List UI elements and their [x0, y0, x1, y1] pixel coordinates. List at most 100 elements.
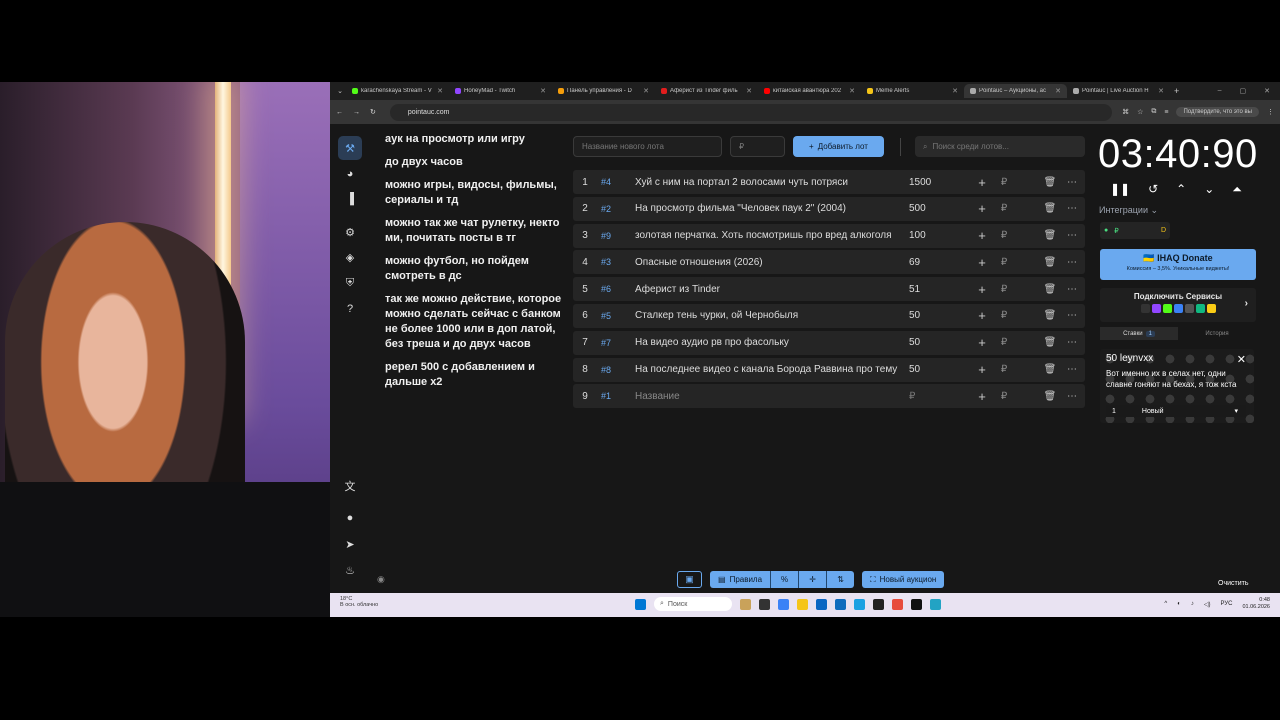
tab-close-icon[interactable]: ✕	[643, 87, 649, 95]
chevron-down-icon[interactable]: ⌄	[1204, 182, 1214, 197]
trash-icon[interactable]: 🗑	[1039, 364, 1061, 375]
trash-icon[interactable]: 🗑	[1039, 230, 1061, 241]
ruble-icon[interactable]: ₽	[993, 230, 1015, 241]
pause-icon[interactable]: ❚❚	[1110, 182, 1130, 197]
maximize-icon[interactable]: ▢	[1240, 87, 1247, 95]
clock[interactable]: 0:48 01.06.2026	[1242, 597, 1270, 611]
browser-tab[interactable]: Аферист из Tinder филь ✕	[655, 84, 758, 98]
save-icon[interactable]: ▣	[677, 571, 702, 588]
tab-close-icon[interactable]: ✕	[952, 87, 958, 95]
trash-icon[interactable]: 🗑	[1039, 257, 1061, 268]
add-amount-icon[interactable]: +	[971, 389, 993, 404]
trash-icon[interactable]: 🗑	[1039, 337, 1061, 348]
lot-amount[interactable]: 100	[905, 230, 963, 241]
more-icon[interactable]: ⋯	[1061, 203, 1083, 214]
weather-widget[interactable]: 18°C В осн. облачно	[340, 596, 378, 608]
percent-button[interactable]: %	[770, 571, 799, 588]
lot-name-input[interactable]: Хуй с ним на портал 2 волосами чуть потр…	[635, 177, 905, 188]
browser-tab[interactable]: HoneyMad - Twitch ✕	[449, 84, 552, 98]
lot-amount[interactable]: 1500	[905, 177, 963, 188]
minimize-icon[interactable]: –	[1218, 87, 1222, 95]
add-amount-icon[interactable]: +	[971, 255, 993, 270]
trash-icon[interactable]: 🗑	[1039, 391, 1061, 402]
app-icon[interactable]	[778, 598, 789, 610]
tab-close-icon[interactable]: ✕	[540, 87, 546, 95]
tab-bids[interactable]: Ставки 1	[1100, 327, 1178, 340]
trash-icon[interactable]: 🗑	[1039, 177, 1061, 188]
split-button[interactable]: ✛	[798, 571, 827, 588]
lot-row[interactable]: 5 #6 Аферист из Tinder 51 + ₽ 🗑 ⋯	[573, 277, 1085, 302]
new-lot-name-input[interactable]: Название нового лота	[573, 136, 722, 157]
lot-amount[interactable]: 69	[905, 257, 963, 268]
lot-name-input[interactable]: На видео аудио рв про фасольку	[635, 337, 905, 348]
integrations-toggle[interactable]: Интеграции ⌄	[1099, 205, 1158, 216]
tab-close-icon[interactable]: ✕	[746, 87, 752, 95]
lot-name-input[interactable]: Название	[635, 391, 905, 402]
taskbar-search[interactable]: ⌕ Поиск	[654, 597, 732, 611]
new-lot-amount-input[interactable]: ₽	[730, 136, 785, 157]
new-tab-icon[interactable]: +	[1174, 86, 1179, 96]
lot-amount[interactable]: ₽	[905, 391, 963, 402]
lot-search-input[interactable]: ⌕ Поиск среди лотов...	[915, 136, 1085, 157]
task-view-icon[interactable]	[759, 598, 770, 610]
extensions-icon[interactable]: ⧉	[1151, 108, 1156, 116]
clear-button[interactable]: Очистить	[1218, 580, 1248, 587]
tab-close-icon[interactable]: ✕	[1055, 87, 1061, 95]
app-icon[interactable]	[873, 598, 884, 610]
media-icon[interactable]: ≡	[1164, 109, 1168, 116]
wheel-icon[interactable]: ◕	[338, 162, 362, 186]
lot-name-input[interactable]: На просмотр фильма "Человек паук 2" (200…	[635, 203, 905, 214]
add-lot-button[interactable]: + Добавить лот	[793, 136, 884, 157]
menu-icon[interactable]: ⋮	[1267, 108, 1274, 116]
browser-tab[interactable]: Pointauc – Аукционы, ас ✕	[964, 84, 1067, 98]
lot-name-input[interactable]: На последнее видео с канала Борода Равви…	[635, 364, 905, 375]
eye-icon[interactable]: ◉	[377, 574, 385, 585]
tab-close-icon[interactable]: ✕	[437, 87, 443, 95]
mic-icon[interactable]: ♪	[1191, 601, 1194, 607]
ruble-icon[interactable]: ₽	[993, 203, 1015, 214]
lot-amount[interactable]: 51	[905, 284, 963, 295]
more-icon[interactable]: ⋯	[1061, 230, 1083, 241]
network-icon[interactable]: ◐	[1177, 601, 1181, 607]
trash-icon[interactable]: 🗑	[1039, 310, 1061, 321]
rules-button[interactable]: ▤ Правила	[710, 571, 771, 588]
lot-row[interactable]: 8 #8 На последнее видео с канала Борода Ра…	[573, 357, 1085, 382]
lot-name-input[interactable]: золотая перчатка. Хоть посмотришь про вр…	[635, 230, 905, 241]
bid-status-select[interactable]: Новый	[1142, 408, 1164, 415]
trash-icon[interactable]: 🗑	[1039, 284, 1061, 295]
more-icon[interactable]: ⋯	[1061, 364, 1083, 375]
add-amount-icon[interactable]: +	[971, 282, 993, 297]
telegram-icon[interactable]: ➤	[338, 532, 362, 556]
profile-button[interactable]: Подтвердите, что это вы	[1176, 107, 1259, 117]
app-icon[interactable]	[930, 598, 941, 610]
browser-tab[interactable]: Pointauc | Live Auction H ✕	[1067, 84, 1170, 98]
reset-icon[interactable]: ↺	[1148, 182, 1158, 197]
more-icon[interactable]: ⋯	[1061, 284, 1083, 295]
settings-gear-icon[interactable]: ⚙	[338, 220, 362, 244]
back-icon[interactable]: ←	[336, 109, 343, 116]
bookmark-star-icon[interactable]: ☆	[1137, 108, 1143, 116]
lot-name-input[interactable]: Аферист из Tinder	[635, 284, 905, 295]
volume-icon[interactable]: ◁)	[1204, 601, 1211, 608]
more-icon[interactable]: ⋯	[1061, 310, 1083, 321]
shield-icon[interactable]: ⛨	[338, 271, 362, 295]
ruble-icon[interactable]: ₽	[993, 177, 1015, 188]
more-icon[interactable]: ⋯	[1061, 337, 1083, 348]
sort-button[interactable]: ⇅	[826, 571, 855, 588]
add-amount-icon[interactable]: +	[971, 175, 993, 190]
widget-icon[interactable]	[740, 598, 751, 610]
ruble-icon[interactable]: ₽	[993, 257, 1015, 268]
connect-services-card[interactable]: Подключить Сервисы ›	[1100, 288, 1256, 322]
ruble-icon[interactable]: ₽	[993, 310, 1015, 321]
tab-close-icon[interactable]: ✕	[1158, 87, 1164, 95]
lot-row[interactable]: 9 #1 Название ₽ + ₽ 🗑 ⋯	[573, 384, 1085, 409]
browser-tab[interactable]: karachenskaya Stream - V ✕	[346, 84, 449, 98]
lot-row[interactable]: 3 #9 золотая перчатка. Хоть посмотришь про…	[573, 223, 1085, 248]
ihaq-donate-banner[interactable]: 🇺🇦 IHAQ Donate Комиссия – 3,5%. Уникальн…	[1100, 249, 1256, 280]
github-icon[interactable]: ●	[338, 506, 362, 530]
dropdown-arrow-icon[interactable]: ▾	[1234, 407, 1246, 415]
lot-row[interactable]: 1 #4 Хуй с ним на портал 2 волосами чуть п…	[573, 170, 1085, 194]
chrome-icon[interactable]	[892, 598, 903, 610]
tab-history[interactable]: История	[1178, 327, 1256, 340]
stats-icon[interactable]: ▐	[338, 187, 362, 211]
